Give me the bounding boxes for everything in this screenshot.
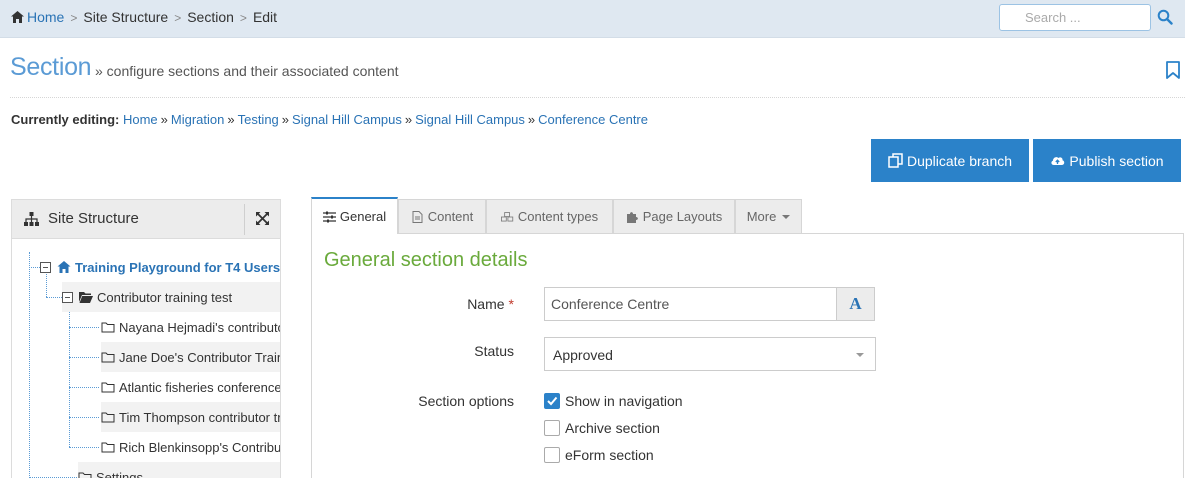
folder-icon: [78, 472, 92, 478]
sitemap-icon: [24, 212, 39, 226]
copy-icon: [888, 153, 903, 168]
tab-general[interactable]: General: [311, 197, 398, 234]
folder-icon: [101, 412, 115, 423]
checkmark-icon: [547, 396, 558, 406]
show-in-navigation-checkbox[interactable]: [544, 393, 560, 409]
search-input[interactable]: [999, 4, 1151, 31]
duplicate-branch-button[interactable]: Duplicate branch: [871, 139, 1029, 182]
folder-icon: [101, 382, 115, 393]
font-format-button[interactable]: A: [836, 287, 875, 321]
tree-node-section[interactable]: Jane Doe's Contributor Training: [101, 342, 280, 372]
breadcrumb: Home > Site Structure > Section > Edit: [11, 9, 277, 25]
collapse-icon[interactable]: [62, 291, 73, 303]
name-label: Name *: [467, 296, 514, 312]
top-bar: Home > Site Structure > Section > Edit: [0, 0, 1185, 38]
editing-path-link[interactable]: Conference Centre: [538, 112, 648, 127]
breadcrumb-separator: >: [70, 11, 78, 25]
tree-node-root[interactable]: Training Playground for T4 Users: [40, 252, 280, 282]
show-in-navigation-label[interactable]: Show in navigation: [565, 393, 683, 409]
tree-node-section[interactable]: Rich Blenkinsopp's Contributor Training: [101, 432, 280, 462]
archive-section-checkbox[interactable]: [544, 420, 560, 436]
collapse-icon[interactable]: [40, 261, 51, 273]
site-structure-header: Site Structure: [12, 200, 280, 239]
breadcrumb-separator: >: [239, 11, 247, 25]
currently-editing-label: Currently editing:: [11, 112, 120, 127]
editing-path-link[interactable]: Signal Hill Campus: [292, 112, 402, 127]
puzzle-icon: [626, 211, 638, 223]
archive-section-label[interactable]: Archive section: [565, 420, 660, 436]
header-divider: [10, 97, 1185, 98]
tree-node-section[interactable]: Nayana Hejmadi's contributor training: [101, 312, 280, 342]
cubes-icon: [500, 211, 514, 221]
breadcrumb-home[interactable]: Home: [11, 9, 64, 25]
tab-more[interactable]: More: [735, 199, 802, 233]
bookmark-icon[interactable]: [1165, 61, 1181, 79]
home-icon: [11, 11, 24, 23]
page-subtitle: » configure sections and their associate…: [95, 63, 399, 79]
breadcrumb-edit: Edit: [252, 9, 278, 25]
required-marker: *: [508, 296, 514, 312]
tab-content[interactable]: Content: [398, 199, 486, 233]
editing-path-link[interactable]: Signal Hill Campus: [415, 112, 525, 127]
folder-open-icon: [79, 292, 93, 303]
document-icon: [412, 210, 423, 223]
site-structure-panel: Site Structure Training Playground for T…: [11, 199, 281, 478]
tree-node-section[interactable]: Atlantic fisheries conference: [101, 372, 280, 402]
publish-section-button[interactable]: Publish section: [1033, 139, 1181, 182]
breadcrumb-section[interactable]: Section: [187, 9, 234, 25]
name-field[interactable]: [544, 287, 837, 321]
tab-page-layouts[interactable]: Page Layouts: [613, 199, 735, 233]
folder-icon: [101, 322, 115, 333]
tree-node-folder[interactable]: Contributor training test: [62, 282, 280, 312]
folder-icon: [101, 352, 115, 363]
editing-path-link[interactable]: Home: [123, 112, 158, 127]
search-icon[interactable]: [1157, 9, 1173, 25]
breadcrumb-site-structure[interactable]: Site Structure: [83, 9, 168, 25]
page-title: Section: [10, 53, 92, 81]
expand-icon[interactable]: [255, 211, 270, 226]
breadcrumb-separator: >: [174, 11, 182, 25]
chevron-down-icon: [856, 353, 864, 357]
general-details-heading: General section details: [324, 249, 528, 271]
folder-icon: [101, 442, 115, 453]
currently-editing-path: Currently editing: Home» Migration» Testin…: [11, 112, 648, 127]
sliders-icon: [322, 211, 336, 222]
tree-node-section[interactable]: Settings: [78, 462, 280, 478]
eform-section-label[interactable]: eForm section: [565, 447, 654, 463]
status-label: Status: [474, 343, 514, 359]
editing-path-link[interactable]: Migration: [171, 112, 224, 127]
caret-down-icon: [782, 214, 791, 219]
site-structure-title: Site Structure: [48, 210, 139, 227]
cloud-upload-icon: [1051, 157, 1065, 165]
editing-path-link[interactable]: Testing: [238, 112, 279, 127]
eform-section-checkbox[interactable]: [544, 447, 560, 463]
section-options-label: Section options: [418, 393, 514, 409]
home-icon: [57, 261, 71, 273]
status-select[interactable]: Approved: [544, 337, 876, 371]
tree-node-section[interactable]: Tim Thompson contributor training: [101, 402, 280, 432]
tab-content-types[interactable]: Content types: [486, 199, 613, 233]
